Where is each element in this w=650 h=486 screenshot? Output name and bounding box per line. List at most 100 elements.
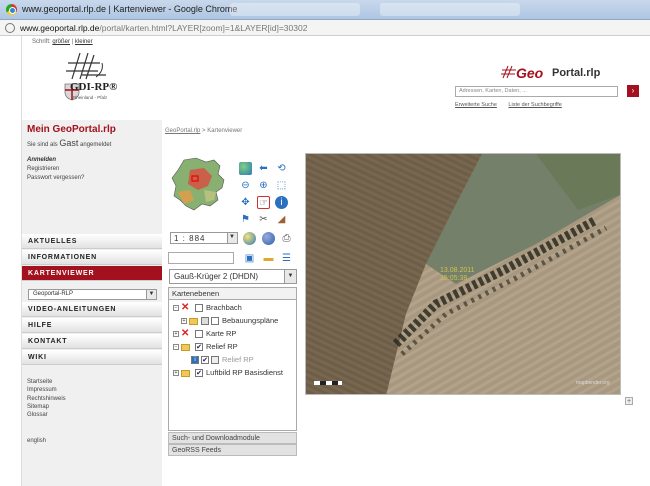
chevron-down-icon[interactable]: ▼: [146, 290, 156, 299]
search-terms-link[interactable]: Liste der Suchbegriffe: [508, 102, 561, 108]
sidebar-title: Mein GeoPortal.rlp: [27, 124, 116, 135]
font-size-control: Schrift: größer | kleiner: [32, 39, 93, 45]
layer-checkbox[interactable]: [201, 317, 209, 325]
footer-links: Startseite Impressum Rechtshinweis Sitem…: [27, 378, 66, 419]
footer-link-startseite[interactable]: Startseite: [27, 378, 66, 386]
background-tab[interactable]: [380, 3, 520, 16]
folder-icon[interactable]: ▬: [262, 252, 275, 265]
footer-link-sitemap[interactable]: Sitemap: [27, 403, 66, 411]
breadcrumb: GeoPortal.rlp > Kartenviewer: [165, 128, 243, 134]
layer-row[interactable]: + ✕ Karte RP: [169, 328, 297, 340]
gui-select[interactable]: Geoportal-RLP ▼: [28, 289, 157, 300]
expand-icon[interactable]: +: [181, 318, 187, 324]
info-icon[interactable]: i: [275, 196, 288, 209]
layer-checkbox[interactable]: [195, 304, 203, 312]
expand-icon[interactable]: +: [173, 331, 179, 337]
expand-icon[interactable]: +: [173, 370, 179, 376]
pan-icon[interactable]: ✥: [239, 196, 252, 209]
layer-checkbox[interactable]: [211, 356, 219, 364]
scale-select[interactable]: 1 : 884 ▼: [170, 232, 238, 244]
chevron-down-icon[interactable]: ▼: [227, 233, 237, 243]
nav-video-anleitungen[interactable]: VIDEO-ANLEITUNGEN: [22, 302, 162, 317]
url-text[interactable]: www.geoportal.rlp.de/portal/karten.html?…: [20, 23, 307, 33]
background-tab[interactable]: [230, 3, 360, 16]
search-download-panel[interactable]: Such- und Downloadmodule: [168, 432, 297, 444]
remove-icon[interactable]: ✕: [181, 328, 189, 340]
footer-link-rechtshinweis[interactable]: Rechtshinweis: [27, 395, 66, 403]
zoom-extent-icon[interactable]: ⬚: [275, 179, 288, 192]
layer-row[interactable]: − ✕ Brachbach: [169, 302, 297, 314]
nav-kontakt[interactable]: KONTAKT: [22, 334, 162, 349]
layer-checkbox[interactable]: ✔: [195, 369, 203, 377]
arrow-left-icon[interactable]: ⬅: [257, 162, 270, 175]
layer-checkbox[interactable]: ✔: [201, 356, 209, 364]
map-credit: mapbender.org: [576, 380, 610, 386]
map-timestamp: 13.08.2011 15:05:38: [440, 267, 475, 282]
refresh-icon[interactable]: ⟲: [275, 162, 288, 175]
page-frame: Schrift: größer | kleiner GDI-RP® Rheinl…: [21, 36, 650, 486]
remove-icon[interactable]: ✕: [181, 302, 189, 314]
register-link[interactable]: Registrieren: [27, 165, 84, 174]
save-icon[interactable]: ▣: [243, 252, 256, 265]
footer-link-glossar[interactable]: Glossar: [27, 411, 66, 419]
print-preview-icon[interactable]: [243, 232, 256, 245]
zoom-in-icon[interactable]: ⊕: [257, 179, 270, 192]
footer-link-impressum[interactable]: Impressum: [27, 386, 66, 394]
geoportal-logo-geo: Geo: [516, 65, 544, 81]
select-icon[interactable]: ☞: [257, 196, 270, 209]
zoom-out-icon[interactable]: ⊖: [239, 179, 252, 192]
print-icon[interactable]: ⎙: [280, 232, 293, 245]
overview-map[interactable]: [170, 156, 232, 214]
font-bigger-link[interactable]: größer: [52, 39, 70, 45]
collapse-icon[interactable]: −: [173, 344, 179, 350]
browser-titlebar: www.geoportal.rlp.de | Kartenviewer - Go…: [0, 0, 650, 20]
map-view[interactable]: 13.08.2011 15:05:38 mapbender.org: [305, 153, 621, 395]
forgot-password-link[interactable]: Passwort vergessen?: [27, 174, 84, 183]
map-scalebar: [314, 381, 342, 385]
coordinate-input[interactable]: [168, 252, 234, 264]
font-smaller-link[interactable]: kleiner: [75, 39, 93, 45]
layer-row[interactable]: + Bebauungspläne: [169, 315, 297, 327]
georss-panel[interactable]: GeoRSS Feeds: [168, 444, 297, 456]
search-input[interactable]: Adressen, Karten, Daten, ...: [455, 86, 618, 97]
nav-informationen[interactable]: INFORMATIONEN: [22, 250, 162, 265]
geoportal-logo[interactable]: Geo Portal.rlp: [500, 64, 630, 84]
nav-kartenviewer[interactable]: KARTENVIEWER: [22, 266, 162, 281]
layer-checkbox[interactable]: [195, 330, 203, 338]
layer-tree: Kartenebenen − ✕ Brachbach + Bebauungspl…: [168, 287, 297, 431]
layer-row[interactable]: + ✔ Luftbild RP Basisdienst: [169, 367, 297, 379]
nav-wiki[interactable]: WIKI: [22, 350, 162, 365]
gdi-logo-text: GDI-RP®: [70, 81, 118, 93]
nav-aktuelles[interactable]: AKTUELLES: [22, 234, 162, 249]
globe-icon[interactable]: [239, 162, 252, 175]
wms-icon[interactable]: [262, 232, 275, 245]
gdi-logo-subtitle: Rheinland - Pfalz: [73, 95, 108, 100]
nav-hilfe[interactable]: HILFE: [22, 318, 162, 333]
layer-row[interactable]: − ✔ Relief RP: [169, 341, 297, 353]
layer-checkbox[interactable]: [211, 317, 219, 325]
breadcrumb-home[interactable]: GeoPortal.rlp: [165, 128, 200, 134]
legend-icon[interactable]: ☰: [280, 252, 293, 265]
layer-checkbox[interactable]: ✔: [195, 343, 203, 351]
measure-icon[interactable]: ✂: [257, 213, 270, 226]
area-icon[interactable]: ◢: [275, 213, 288, 226]
language-link[interactable]: english: [27, 438, 46, 444]
advanced-search-link[interactable]: Erweiterte Suche: [455, 102, 497, 108]
info-icon[interactable]: i: [191, 356, 199, 364]
layer-row[interactable]: i ✔ Relief RP: [169, 354, 297, 366]
address-bar[interactable]: www.geoportal.rlp.de/portal/karten.html?…: [0, 20, 650, 36]
search-button[interactable]: ›: [627, 85, 639, 97]
chrome-icon: [6, 4, 17, 15]
collapse-icon[interactable]: −: [173, 305, 179, 311]
breadcrumb-current: Kartenviewer: [207, 128, 243, 134]
window-title: www.geoportal.rlp.de | Kartenviewer - Go…: [22, 4, 238, 14]
geoportal-logo-portal: Portal.rlp: [552, 67, 601, 79]
zoom-plus-icon[interactable]: +: [625, 397, 633, 405]
login-link[interactable]: Anmelden: [27, 156, 84, 165]
flag-icon[interactable]: ⚑: [239, 213, 252, 226]
chevron-down-icon[interactable]: ▼: [284, 270, 296, 283]
folder-icon: [181, 344, 190, 351]
projection-select[interactable]: Gauß-Krüger 2 (DHDN) ▼: [169, 269, 297, 284]
page-icon: [5, 23, 15, 33]
map-toolbar: ⬅ ⟲ ⊖ ⊕ ⬚ ✥ ☞ i ⚑ ✂ ◢: [164, 146, 300, 225]
